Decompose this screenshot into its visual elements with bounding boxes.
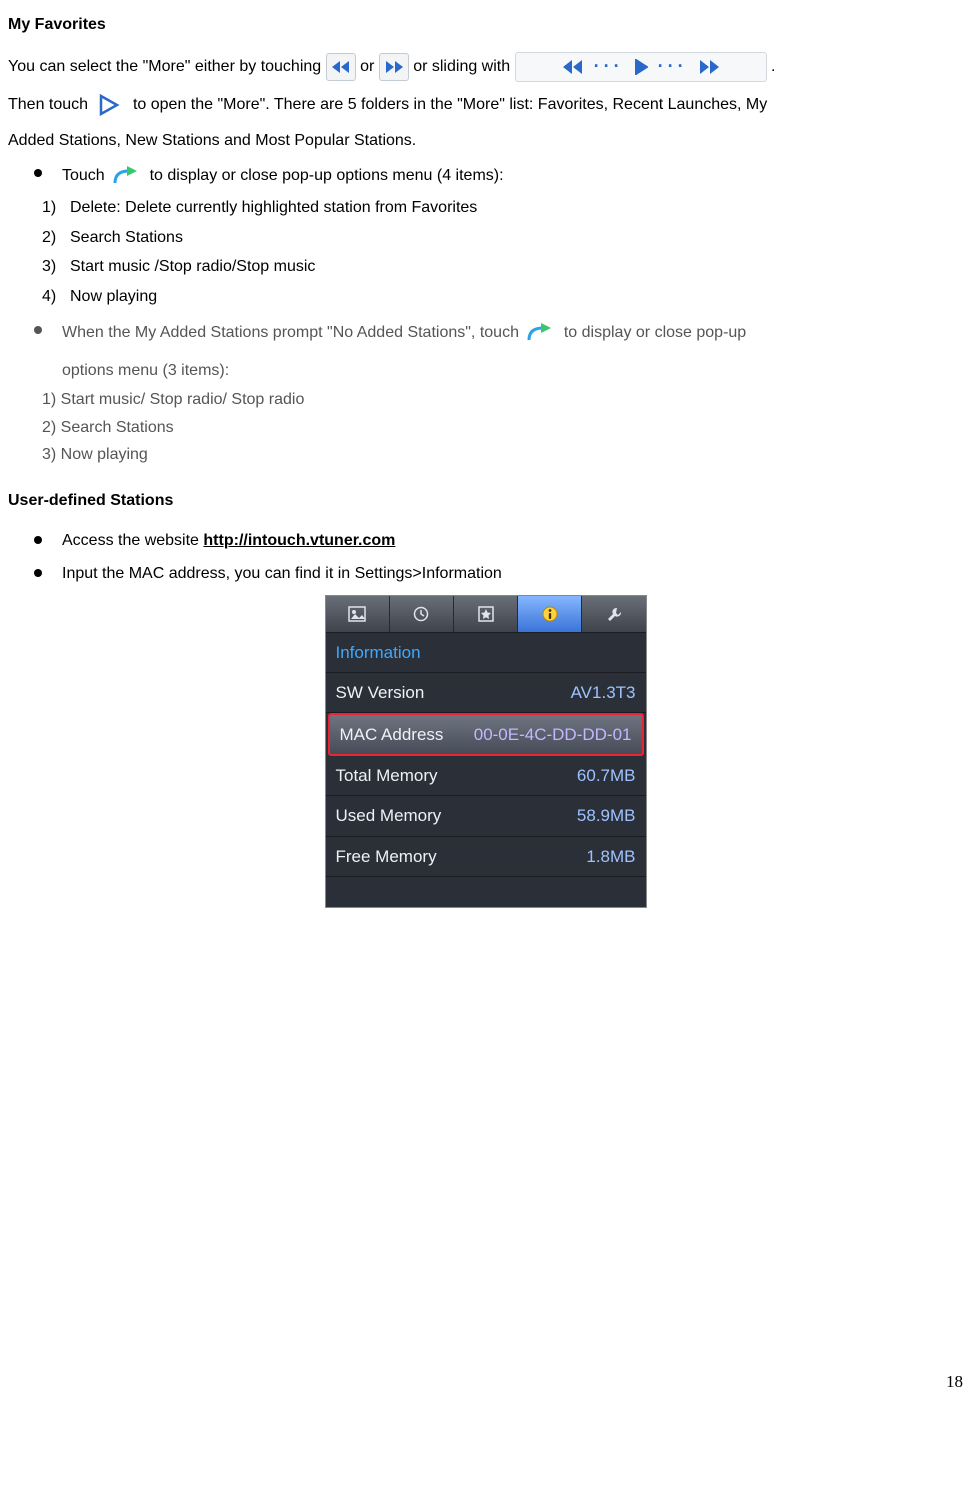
info-value: AV1.3T3 (571, 679, 636, 706)
bullet-icon (34, 326, 42, 334)
text: to display or close pop-up options menu … (150, 167, 504, 184)
rewind-icon (326, 53, 356, 81)
text: You can select the "More" either by touc… (8, 58, 326, 75)
bullet-access-website: Access the website http://intouch.vtuner… (8, 528, 963, 554)
curved-arrow-icon (523, 318, 559, 348)
info-value: 58.9MB (577, 802, 636, 829)
info-label: MAC Address (340, 721, 444, 748)
bullet-input-mac: Input the MAC address, you can find it i… (8, 561, 963, 587)
bullet-icon (34, 569, 42, 577)
info-row-mac-highlighted: MAC Address 00-0E-4C-DD-DD-01 (328, 713, 644, 756)
info-value: 00-0E-4C-DD-DD-01 (474, 721, 632, 748)
list-item: 4)Now playing (42, 284, 963, 310)
sub-list-2: 1) Start music/ Stop radio/ Stop radio 2… (42, 387, 963, 468)
text: to open the "More". There are 5 folders … (133, 96, 767, 113)
list-item: 1) Start music/ Stop radio/ Stop radio (42, 387, 963, 413)
curved-arrow-icon (109, 161, 145, 191)
text: Delete: Delete currently highlighted sta… (70, 199, 477, 216)
info-header: Information (326, 633, 646, 673)
text: Touch (62, 167, 109, 184)
text: to display or close pop-up (564, 324, 746, 341)
info-row-sw: SW Version AV1.3T3 (326, 673, 646, 713)
heading-user-defined: User-defined Stations (8, 488, 963, 514)
text: . (771, 58, 775, 75)
bullet-icon (34, 169, 42, 177)
slide-strip-icon: ··· ··· (515, 52, 767, 82)
text: Now playing (70, 288, 157, 305)
list-item: 2)Search Stations (42, 225, 963, 251)
info-value: 1.8MB (586, 843, 635, 870)
text: Access the website (62, 532, 203, 549)
tab-wrench-icon[interactable] (582, 596, 645, 632)
bullet-icon (34, 536, 42, 544)
info-label: SW Version (336, 679, 425, 706)
play-outline-icon (93, 90, 129, 120)
info-label: Used Memory (336, 802, 442, 829)
bullet-touch-popup: Touch to display or close pop-up options… (8, 161, 963, 191)
paragraph-2a: Then touch to open the "More". There are… (8, 90, 963, 120)
bullet-no-added-stations: When the My Added Stations prompt "No Ad… (8, 318, 963, 384)
paragraph-2b: Added Stations, New Stations and Most Po… (8, 128, 963, 154)
screenshot-bottom-pad (326, 877, 646, 907)
ordered-list-1: 1)Delete: Delete currently highlighted s… (42, 195, 963, 309)
text: Then touch (8, 96, 93, 113)
text: Input the MAC address, you can find it i… (62, 565, 502, 582)
tab-photo-icon[interactable] (326, 596, 390, 632)
info-row-free: Free Memory 1.8MB (326, 837, 646, 877)
list-item: 3)Start music /Stop radio/Stop music (42, 254, 963, 280)
paragraph-1: You can select the "More" either by touc… (8, 52, 963, 82)
text: or (360, 58, 379, 75)
tab-bar (326, 596, 646, 633)
text: When the My Added Stations prompt "No Ad… (62, 324, 523, 341)
info-value: 60.7MB (577, 762, 636, 789)
vtuner-link[interactable]: http://intouch.vtuner.com (203, 532, 395, 549)
text: options menu (3 items): (62, 358, 963, 384)
tab-info-icon[interactable] (518, 596, 582, 632)
heading-my-favorites: My Favorites (8, 12, 963, 38)
list-item: 1)Delete: Delete currently highlighted s… (42, 195, 963, 221)
tab-clock-icon[interactable] (390, 596, 454, 632)
text: Start music /Stop radio/Stop music (70, 258, 315, 275)
list-item: 2) Search Stations (42, 415, 963, 441)
info-row-total: Total Memory 60.7MB (326, 756, 646, 796)
page-number: 18 (8, 1368, 963, 1395)
text: or sliding with (413, 58, 514, 75)
list-item: 3) Now playing (42, 442, 963, 468)
forward-icon (379, 53, 409, 81)
text: Search Stations (70, 229, 183, 246)
info-row-used: Used Memory 58.9MB (326, 796, 646, 836)
info-label: Free Memory (336, 843, 437, 870)
info-label: Total Memory (336, 762, 438, 789)
settings-information-screenshot: Information SW Version AV1.3T3 MAC Addre… (325, 595, 647, 908)
tab-star-icon[interactable] (454, 596, 518, 632)
